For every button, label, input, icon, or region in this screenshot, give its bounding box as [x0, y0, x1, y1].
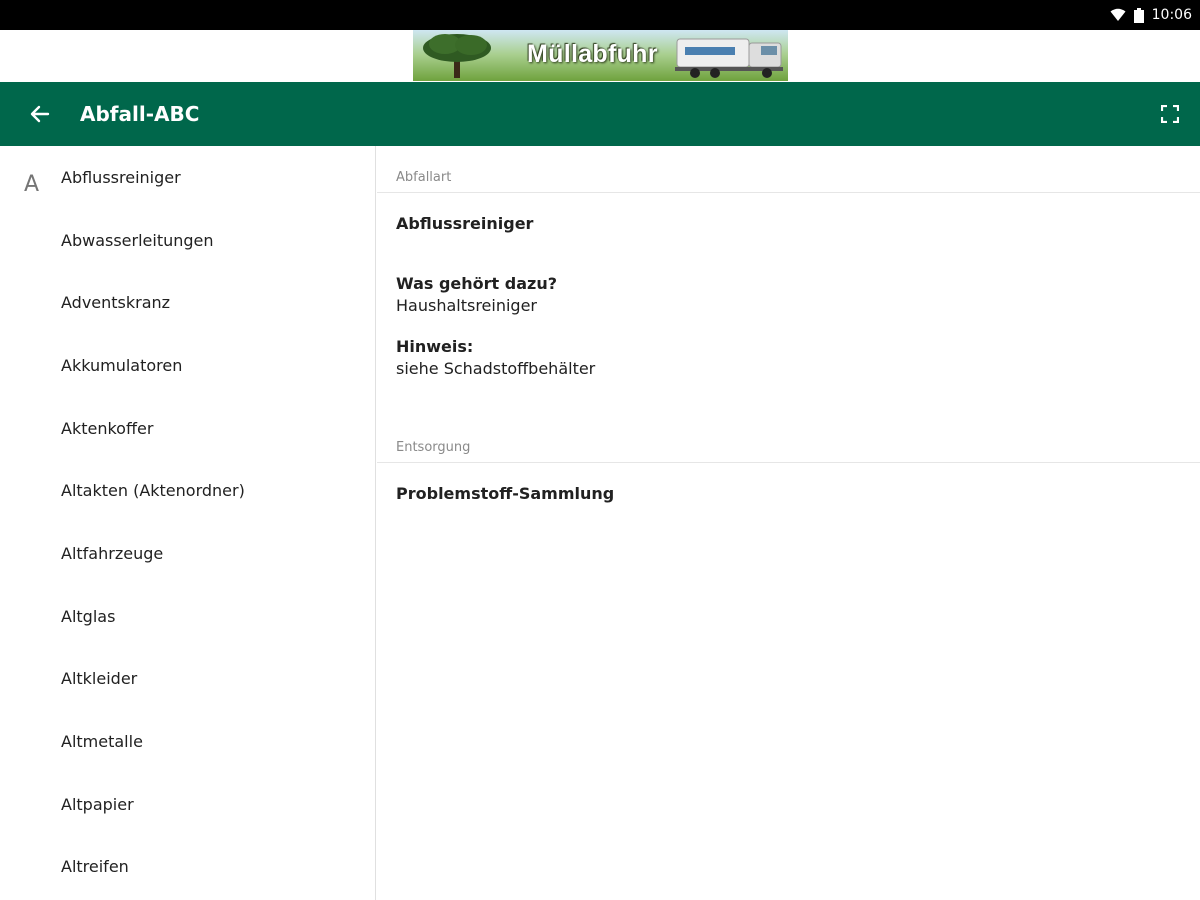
list-item[interactable]: Altkleider	[0, 648, 375, 711]
status-time: 10:06	[1151, 7, 1192, 23]
banner-area: Müllabfuhr	[0, 30, 1200, 82]
list-item[interactable]: Altreifen	[0, 836, 375, 899]
list-item[interactable]: Abwasserleitungen	[0, 209, 375, 272]
app-toolbar: Abfall-ABC	[0, 82, 1200, 146]
list-item-label: Altakten (Aktenordner)	[61, 481, 245, 501]
list-item[interactable]: Akkumulatoren	[0, 334, 375, 397]
list-item[interactable]: Altpapier	[0, 773, 375, 836]
section-header-label: Abfallart	[396, 170, 452, 185]
list-item[interactable]: Altglas	[0, 585, 375, 648]
back-button[interactable]	[0, 82, 80, 146]
list-item-label: Altpapier	[61, 794, 134, 814]
list-item-label: Adventskranz	[61, 293, 171, 313]
section-header-entsorgung: Entsorgung	[377, 433, 1200, 463]
list-item[interactable]: Abflussreiniger	[0, 146, 375, 209]
waste-list: A Abflussreiniger Abwasserleitungen Adve…	[0, 146, 376, 900]
banner-image: Müllabfuhr	[413, 30, 788, 81]
list-item-label: Aktenkoffer	[61, 418, 154, 438]
hint-label: Hinweis:	[396, 337, 474, 356]
list-item[interactable]: Adventskranz	[0, 271, 375, 334]
list-item-label: Altkleider	[61, 669, 138, 689]
hint-value: siehe Schadstoffbehälter	[396, 359, 596, 378]
page-title: Abfall-ABC	[80, 102, 200, 126]
list-item[interactable]: Aktenkoffer	[0, 397, 375, 460]
garbage-truck-icon	[675, 38, 783, 78]
list-item-label: Altfahrzeuge	[61, 543, 164, 563]
fullscreen-icon	[1161, 105, 1179, 123]
list-item-label: Abwasserleitungen	[61, 230, 214, 250]
list-item-label: Altreifen	[61, 857, 129, 877]
battery-icon	[1133, 7, 1144, 23]
detail-pane: Abfallart Abflussreiniger Was gehört daz…	[377, 146, 1200, 900]
section-header-abfallart: Abfallart	[377, 163, 1200, 193]
fullscreen-button[interactable]	[1158, 102, 1182, 126]
list-item-label: Akkumulatoren	[61, 355, 183, 375]
belongs-label: Was gehört dazu?	[396, 274, 557, 293]
disposal-value: Problemstoff-Sammlung	[396, 484, 615, 503]
belongs-value: Haushaltsreiniger	[396, 296, 537, 315]
waste-name: Abflussreiniger	[396, 214, 534, 233]
tree-icon	[423, 34, 491, 78]
status-bar: 10:06	[0, 0, 1200, 30]
list-item[interactable]: Altmetalle	[0, 710, 375, 773]
list-item-label: Abflussreiniger	[61, 167, 181, 187]
wifi-icon	[1110, 8, 1126, 22]
list-item[interactable]: Altakten (Aktenordner)	[0, 459, 375, 522]
arrow-back-icon	[30, 105, 50, 123]
list-item[interactable]: Altfahrzeuge	[0, 522, 375, 585]
banner-title: Müllabfuhr	[527, 40, 658, 68]
list-item-label: Altmetalle	[61, 732, 143, 752]
list-item-label: Altglas	[61, 606, 116, 626]
section-header-label: Entsorgung	[396, 440, 471, 455]
